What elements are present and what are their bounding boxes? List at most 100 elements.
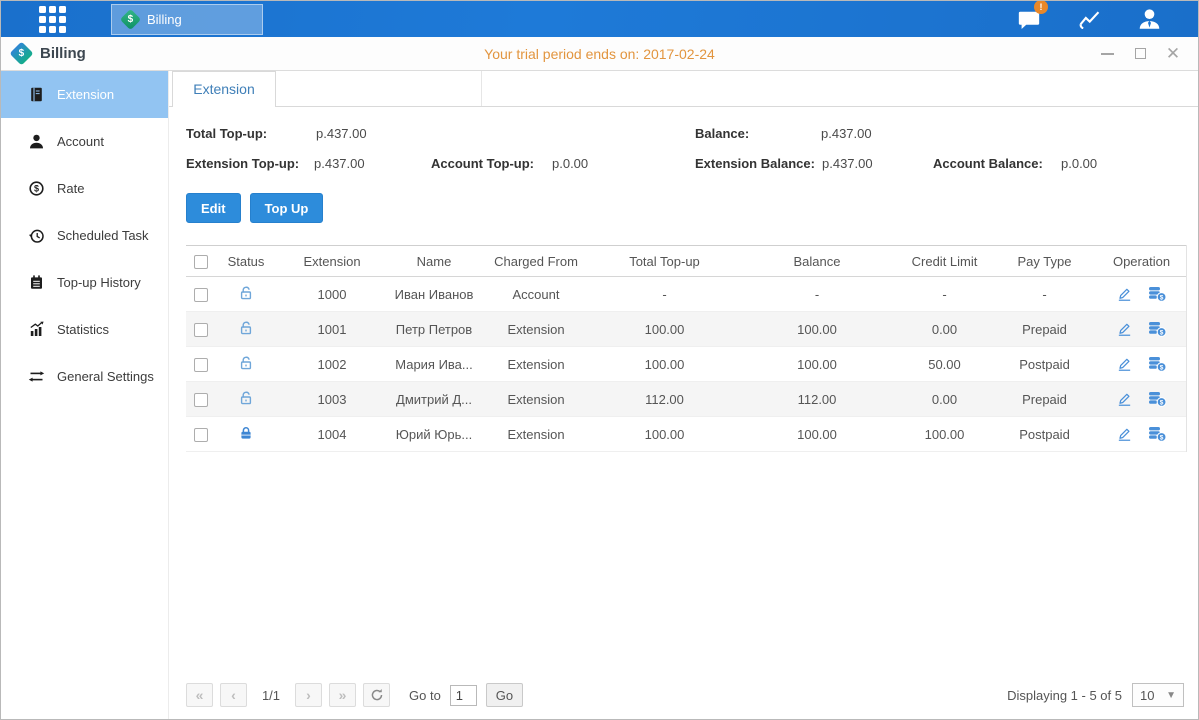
- cell-name: Дмитрий Д...: [388, 382, 480, 417]
- sidebar-item-statistics[interactable]: Statistics: [1, 306, 168, 353]
- pagination-right: Displaying 1 - 5 of 5 10 ▼: [1007, 683, 1184, 707]
- topup-coins-icon[interactable]: $: [1147, 391, 1167, 407]
- statistics-chart-icon: [28, 321, 45, 338]
- cell-name: Юрий Юрь...: [388, 417, 480, 452]
- general-settings-sliders-icon: [28, 368, 45, 385]
- table-row: 1003 Дмитрий Д... Extension 112.00 112.0…: [186, 382, 1186, 417]
- svg-text:$: $: [1160, 399, 1164, 406]
- cell-total-topup: 112.00: [592, 382, 737, 417]
- rate-dollar-circle-icon: $: [28, 180, 45, 197]
- edit-icon[interactable]: [1116, 391, 1133, 407]
- total-topup-value: p.437.00: [316, 126, 367, 141]
- goto-label: Go to: [409, 688, 441, 703]
- cell-pay-type: Prepaid: [992, 312, 1097, 347]
- app-grid-icon[interactable]: [35, 2, 69, 36]
- svg-text:$: $: [1160, 294, 1164, 301]
- cell-name: Мария Ива...: [388, 347, 480, 382]
- window-title-text: Billing: [40, 45, 86, 62]
- topup-coins-icon[interactable]: $: [1147, 426, 1167, 442]
- cell-total-topup: 100.00: [592, 347, 737, 382]
- cell-credit-limit: 50.00: [897, 347, 992, 382]
- cell-total-topup: 100.00: [592, 312, 737, 347]
- notification-badge: !: [1034, 0, 1048, 14]
- cell-pay-type: -: [992, 277, 1097, 312]
- row-checkbox[interactable]: [194, 428, 208, 442]
- sidebar-item-label: Scheduled Task: [57, 228, 149, 243]
- edit-icon[interactable]: [1116, 426, 1133, 442]
- top-up-button[interactable]: Top Up: [250, 193, 324, 223]
- svg-text:$: $: [34, 184, 39, 194]
- go-button[interactable]: Go: [486, 683, 523, 707]
- maximize-icon[interactable]: [1133, 47, 1147, 61]
- displaying-text: Displaying 1 - 5 of 5: [1007, 688, 1122, 703]
- edit-icon[interactable]: [1116, 356, 1133, 372]
- scheduled-task-clock-icon: [28, 227, 45, 244]
- sidebar-item-rate[interactable]: $ Rate: [1, 165, 168, 212]
- cell-charged-from: Extension: [480, 312, 592, 347]
- unlocked-icon: [238, 289, 254, 304]
- page-size-select[interactable]: 10 ▼: [1132, 683, 1184, 707]
- edit-button[interactable]: Edit: [186, 193, 241, 223]
- topup-coins-icon[interactable]: $: [1147, 286, 1167, 302]
- prev-page-button[interactable]: ‹: [220, 683, 247, 707]
- cell-balance: 100.00: [737, 417, 897, 452]
- sidebar-item-label: Top-up History: [57, 275, 141, 290]
- minimize-icon[interactable]: [1100, 47, 1114, 61]
- sidebar-item-topup-history[interactable]: Top-up History: [1, 259, 168, 306]
- cell-name: Петр Петров: [388, 312, 480, 347]
- edit-icon[interactable]: [1116, 321, 1133, 337]
- first-page-button[interactable]: «: [186, 683, 213, 707]
- account-topup-label: Account Top-up:: [431, 156, 534, 171]
- tab-extension[interactable]: Extension: [172, 71, 276, 107]
- extension-table: Status Extension Name Charged From Total…: [186, 245, 1187, 452]
- topbar-tab-label: Billing: [147, 12, 182, 27]
- cell-charged-from: Extension: [480, 417, 592, 452]
- column-header-status: Status: [216, 245, 276, 277]
- next-page-button[interactable]: ›: [295, 683, 322, 707]
- account-balance-label: Account Balance:: [933, 156, 1043, 171]
- cell-credit-limit: 100.00: [897, 417, 992, 452]
- refresh-button[interactable]: [363, 683, 390, 707]
- cell-extension: 1002: [276, 347, 388, 382]
- user-menu-button[interactable]: [1134, 7, 1164, 31]
- account-topup-value: p.0.00: [552, 156, 588, 171]
- account-balance-value: p.0.00: [1061, 156, 1097, 171]
- main-panel: Extension Total Top-up: p.437.00 Balance…: [169, 71, 1198, 719]
- sidebar-item-label: General Settings: [57, 369, 154, 384]
- row-checkbox[interactable]: [194, 358, 208, 372]
- column-header-credit-limit: Credit Limit: [897, 245, 992, 277]
- sidebar-item-account[interactable]: Account: [1, 118, 168, 165]
- cell-balance: 100.00: [737, 347, 897, 382]
- sidebar-item-label: Rate: [57, 181, 84, 196]
- close-icon[interactable]: ✕: [1166, 47, 1180, 61]
- topup-coins-icon[interactable]: $: [1147, 356, 1167, 372]
- edit-icon[interactable]: [1116, 286, 1133, 302]
- topbar-tab-billing[interactable]: $ Billing: [111, 4, 263, 35]
- notifications-button[interactable]: !: [1014, 7, 1044, 31]
- sidebar-item-label: Account: [57, 134, 104, 149]
- cell-pay-type: Prepaid: [992, 382, 1097, 417]
- sidebar-item-general-settings[interactable]: General Settings: [1, 353, 168, 400]
- billing-dollar-diamond-icon: $: [120, 8, 141, 29]
- locked-icon: [238, 429, 254, 444]
- column-header-pay-type: Pay Type: [992, 245, 1097, 277]
- window-controls: ✕: [1100, 47, 1198, 61]
- sidebar-item-extension[interactable]: Extension: [1, 71, 168, 118]
- sidebar-item-scheduled-task[interactable]: Scheduled Task: [1, 212, 168, 259]
- column-header-operation: Operation: [1097, 245, 1186, 277]
- topup-coins-icon[interactable]: $: [1147, 321, 1167, 337]
- goto-page-input[interactable]: [450, 685, 477, 706]
- unlocked-icon: [238, 394, 254, 409]
- reports-button[interactable]: [1074, 7, 1104, 31]
- row-checkbox[interactable]: [194, 393, 208, 407]
- sidebar: Extension Account $ Rate Scheduled Task: [1, 71, 169, 719]
- cell-balance: -: [737, 277, 897, 312]
- billing-window-icon: $: [9, 41, 33, 65]
- cell-credit-limit: 0.00: [897, 382, 992, 417]
- cell-extension: 1003: [276, 382, 388, 417]
- row-checkbox[interactable]: [194, 323, 208, 337]
- select-all-checkbox[interactable]: [194, 255, 208, 269]
- column-header-total-topup: Total Top-up: [592, 245, 737, 277]
- row-checkbox[interactable]: [194, 288, 208, 302]
- last-page-button[interactable]: »: [329, 683, 356, 707]
